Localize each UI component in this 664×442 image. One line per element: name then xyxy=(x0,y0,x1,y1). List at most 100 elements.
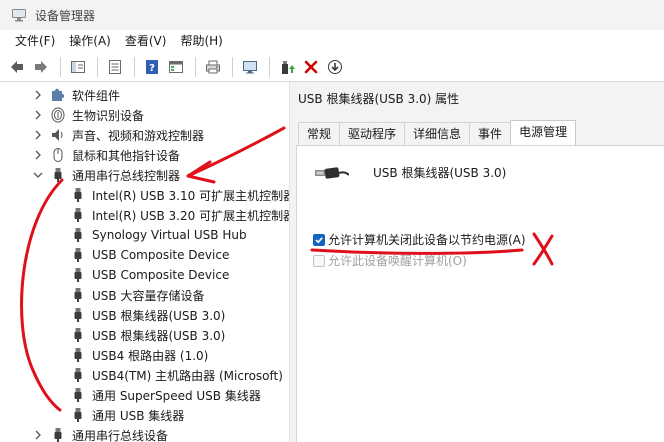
tree-device-label: Synology Virtual USB Hub xyxy=(92,228,247,242)
view-button[interactable] xyxy=(165,56,187,78)
usb-icon xyxy=(70,227,86,243)
update-driver-button[interactable] xyxy=(276,56,298,78)
help-button[interactable]: ? xyxy=(141,56,163,78)
toolbar-separator xyxy=(134,56,135,77)
tree-category-label: 生物识别设备 xyxy=(72,108,145,123)
tree-category-usb-devices[interactable]: 通用串行总线设备 xyxy=(32,425,168,442)
allow-wake-label: 允许此设备唤醒计算机(O) xyxy=(328,254,467,268)
tree-device-item[interactable]: USB4(TM) 主机路由器 (Microsoft) xyxy=(70,365,283,385)
tree-device-label: USB Composite Device xyxy=(92,268,230,282)
tree-device-label: USB 大容量存储设备 xyxy=(92,288,205,303)
tree-device-label: USB4 根路由器 (1.0) xyxy=(92,348,209,363)
tab-general[interactable]: 常规 xyxy=(298,122,341,146)
allow-power-off-label: 允许计算机关闭此设备以节约电源(A) xyxy=(328,233,526,247)
print-button[interactable] xyxy=(202,56,224,78)
tree-device-item[interactable]: Synology Virtual USB Hub xyxy=(70,225,247,245)
chevron-right-icon[interactable] xyxy=(32,429,44,441)
usb-icon xyxy=(70,247,86,263)
svg-text:?: ? xyxy=(149,63,155,74)
puzzle-icon xyxy=(50,87,66,103)
usb-icon xyxy=(50,167,66,183)
forward-button[interactable] xyxy=(30,56,52,78)
tree-device-item[interactable]: USB Composite Device xyxy=(70,245,229,265)
tree-category-biometric[interactable]: 生物识别设备 xyxy=(32,105,144,125)
tree-category-label: 通用串行总线控制器 xyxy=(72,168,181,183)
mouse-icon xyxy=(50,147,66,163)
tree-device-label: USB 根集线器(USB 3.0) xyxy=(92,328,226,343)
update-driver-icon xyxy=(282,60,295,74)
forward-arrow-icon xyxy=(35,60,47,73)
tree-device-item[interactable]: Intel(R) USB 3.20 可扩展主机控制器 xyxy=(70,205,290,225)
allow-power-off-option[interactable]: 允许计算机关闭此设备以节约电源(A) xyxy=(313,231,526,248)
menu-view[interactable]: 查看(V) xyxy=(118,30,174,52)
tab-power-management[interactable]: 电源管理 xyxy=(510,120,577,146)
dialog-title: USB 根集线器(USB 3.0) 属性 xyxy=(298,92,460,106)
tree-category-sound-video[interactable]: 声音、视频和游戏控制器 xyxy=(32,125,204,145)
toolbar-separator xyxy=(195,56,196,77)
uninstall-button[interactable] xyxy=(300,56,322,78)
tree-device-item[interactable]: USB 大容量存储设备 xyxy=(70,285,204,305)
back-button[interactable] xyxy=(6,56,28,78)
show-hide-tree-button[interactable] xyxy=(67,56,89,78)
menu-help[interactable]: 帮助(H) xyxy=(173,30,229,52)
tab-details[interactable]: 详细信息 xyxy=(404,122,471,146)
chevron-right-icon[interactable] xyxy=(32,149,44,161)
usb-icon xyxy=(70,347,86,363)
chevron-right-icon[interactable] xyxy=(32,109,44,121)
power-management-panel: USB 根集线器(USB 3.0) 允许计算机关闭此设备以节约电源(A) 允许此… xyxy=(296,145,664,442)
tree-category-mice[interactable]: 鼠标和其他指针设备 xyxy=(32,145,180,165)
tree-device-label: USB Composite Device xyxy=(92,248,230,262)
tree-device-label: 通用 USB 集线器 xyxy=(92,406,185,424)
monitor-icon xyxy=(243,60,257,73)
chevron-right-icon[interactable] xyxy=(32,129,44,141)
tree-device-item[interactable]: 通用 USB 集线器 xyxy=(70,405,185,425)
view-icon xyxy=(169,60,183,73)
fingerprint-icon xyxy=(50,107,66,123)
dialog-tabs: 常规 驱动程序 详细信息 事件 电源管理 xyxy=(298,120,577,146)
scan-hardware-button[interactable] xyxy=(239,56,261,78)
window-title: 设备管理器 xyxy=(35,8,96,23)
tree-category-software-components[interactable]: 软件组件 xyxy=(32,85,120,105)
usb-icon xyxy=(70,367,86,383)
speaker-icon xyxy=(50,127,66,143)
usb-icon xyxy=(70,207,86,223)
tree-device-item[interactable]: USB 根集线器(USB 3.0) xyxy=(70,305,225,325)
download-icon xyxy=(328,59,342,74)
help-icon: ? xyxy=(146,59,158,74)
tree-device-item[interactable]: USB 根集线器(USB 3.0) xyxy=(70,325,225,345)
menu-action[interactable]: 操作(A) xyxy=(62,30,118,52)
properties-dialog: USB 根集线器(USB 3.0) 属性 常规 驱动程序 详细信息 事件 电源管… xyxy=(290,82,664,442)
tree-device-label: Intel(R) USB 3.10 可扩展主机控制器 xyxy=(92,188,290,203)
show-hide-tree-icon xyxy=(71,60,85,73)
tree-category-label: 通用串行总线设备 xyxy=(72,428,169,442)
tab-driver[interactable]: 驱动程序 xyxy=(339,122,406,146)
tree-device-item[interactable]: Intel(R) USB 3.10 可扩展主机控制器 xyxy=(70,185,290,205)
tree-device-item[interactable]: 通用 SuperSpeed USB 集线器 xyxy=(70,385,261,405)
tree-device-label: 通用 SuperSpeed USB 集线器 xyxy=(92,388,261,403)
tree-device-label: USB4(TM) 主机路由器 (Microsoft) xyxy=(92,368,283,383)
properties-icon xyxy=(109,59,121,74)
tree-device-label: USB 根集线器(USB 3.0) xyxy=(92,308,226,323)
tree-category-usb-controllers[interactable]: 通用串行总线控制器 xyxy=(32,165,180,185)
tab-events[interactable]: 事件 xyxy=(469,122,512,146)
chevron-right-icon[interactable] xyxy=(32,89,44,101)
title-bar: 设备管理器 xyxy=(0,0,664,30)
properties-button[interactable] xyxy=(104,56,126,78)
allow-wake-checkbox xyxy=(313,254,325,267)
menu-file[interactable]: 文件(F) xyxy=(8,30,62,52)
chevron-down-icon[interactable] xyxy=(32,169,44,181)
allow-power-off-checkbox[interactable] xyxy=(313,233,325,246)
usb-icon xyxy=(70,327,86,343)
toolbar-separator xyxy=(60,56,61,77)
tree-device-label: Intel(R) USB 3.20 可扩展主机控制器 xyxy=(92,208,290,223)
disable-button[interactable] xyxy=(324,56,346,78)
tree-device-item[interactable]: USB Composite Device xyxy=(70,265,229,285)
menu-bar: 文件(F) 操作(A) 查看(V) 帮助(H) xyxy=(0,30,664,52)
back-arrow-icon xyxy=(11,60,23,73)
usb-icon xyxy=(70,307,86,323)
toolbar-separator xyxy=(232,56,233,77)
tree-category-label: 鼠标和其他指针设备 xyxy=(72,148,181,163)
uninstall-icon xyxy=(304,60,318,73)
allow-wake-option: 允许此设备唤醒计算机(O) xyxy=(313,252,467,269)
tree-device-item[interactable]: USB4 根路由器 (1.0) xyxy=(70,345,208,365)
